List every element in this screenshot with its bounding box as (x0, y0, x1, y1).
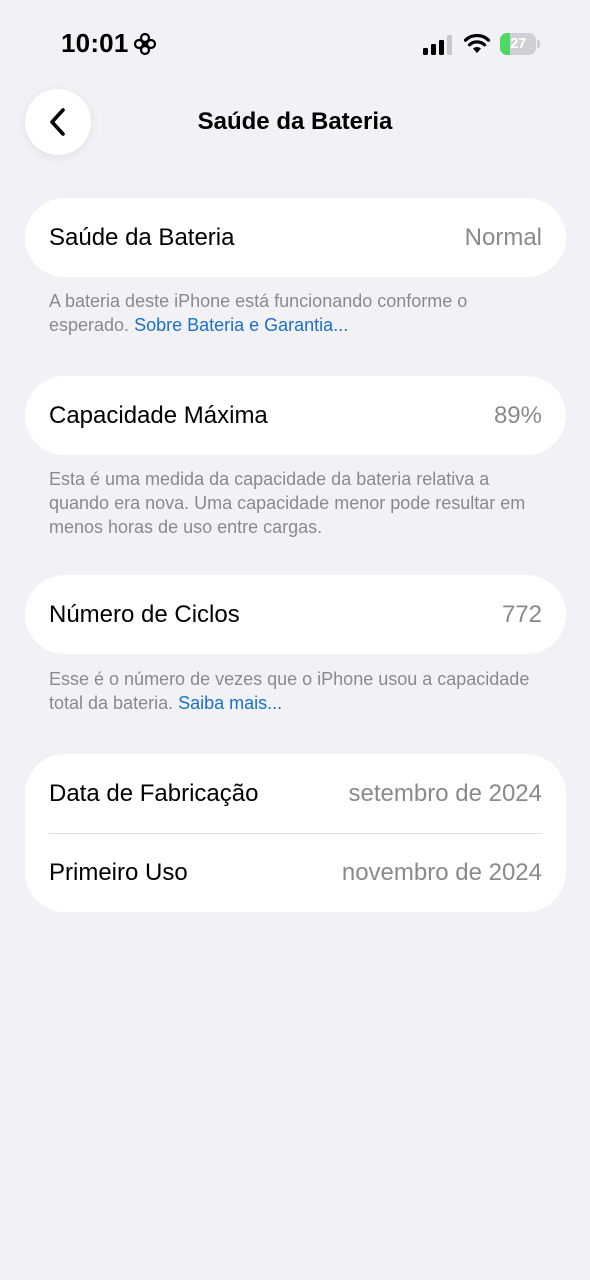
max-capacity-footnote: Esta é uma medida da capacidade da bater… (49, 469, 526, 537)
status-time-text: 10:01 (61, 28, 129, 58)
battery-warranty-link[interactable]: Sobre Bateria e Garantia... (134, 315, 348, 335)
first-use-row: Primeiro Uso novembro de 2024 (25, 833, 566, 912)
battery-health-label: Saúde da Bateria (49, 223, 235, 251)
dates-card: Data de Fabricação setembro de 2024 Prim… (25, 754, 566, 912)
battery-health-card: Saúde da Bateria Normal (25, 198, 566, 277)
manufacture-date-label: Data de Fabricação (49, 779, 259, 807)
learn-more-link[interactable]: Saiba mais... (178, 693, 282, 713)
battery-level: 27 (510, 35, 526, 52)
cycle-count-footnote: Esse é o número de vezes que o iPhone us… (49, 667, 549, 715)
battery-icon: 27 (500, 33, 542, 55)
cycle-count-card: Número de Ciclos 772 (25, 575, 566, 654)
status-bar: 10:01 27 (0, 0, 590, 90)
max-capacity-label: Capacidade Máxima (49, 401, 268, 429)
cycle-count-row: Número de Ciclos 772 (25, 575, 566, 654)
manufacture-date-row: Data de Fabricação setembro de 2024 (25, 754, 566, 833)
page-title: Saúde da Bateria (197, 108, 393, 135)
first-use-label: Primeiro Uso (49, 858, 188, 886)
battery-health-footnote: A bateria deste iPhone está funcionando … (49, 289, 549, 337)
battery-health-row: Saúde da Bateria Normal (25, 198, 566, 277)
battery-health-value: Normal (464, 223, 542, 251)
battery-body: 27 (500, 33, 536, 55)
row-divider (49, 833, 542, 834)
cycle-count-footnote-text: Esse é o número de vezes que o iPhone us… (49, 669, 530, 713)
first-use-value: novembro de 2024 (341, 858, 542, 886)
flower-icon (133, 32, 156, 55)
signal-icon (423, 35, 452, 55)
cycle-count-label: Número de Ciclos (49, 600, 240, 628)
cycle-count-value: 772 (501, 600, 542, 628)
wifi-icon (463, 33, 491, 53)
max-capacity-value: 89% (493, 401, 542, 429)
max-capacity-row: Capacidade Máxima 89% (25, 376, 566, 455)
status-time: 10:01 (61, 28, 157, 59)
manufacture-date-value: setembro de 2024 (348, 779, 542, 807)
max-capacity-card: Capacidade Máxima 89% (25, 376, 566, 455)
battery-cap (537, 40, 540, 48)
